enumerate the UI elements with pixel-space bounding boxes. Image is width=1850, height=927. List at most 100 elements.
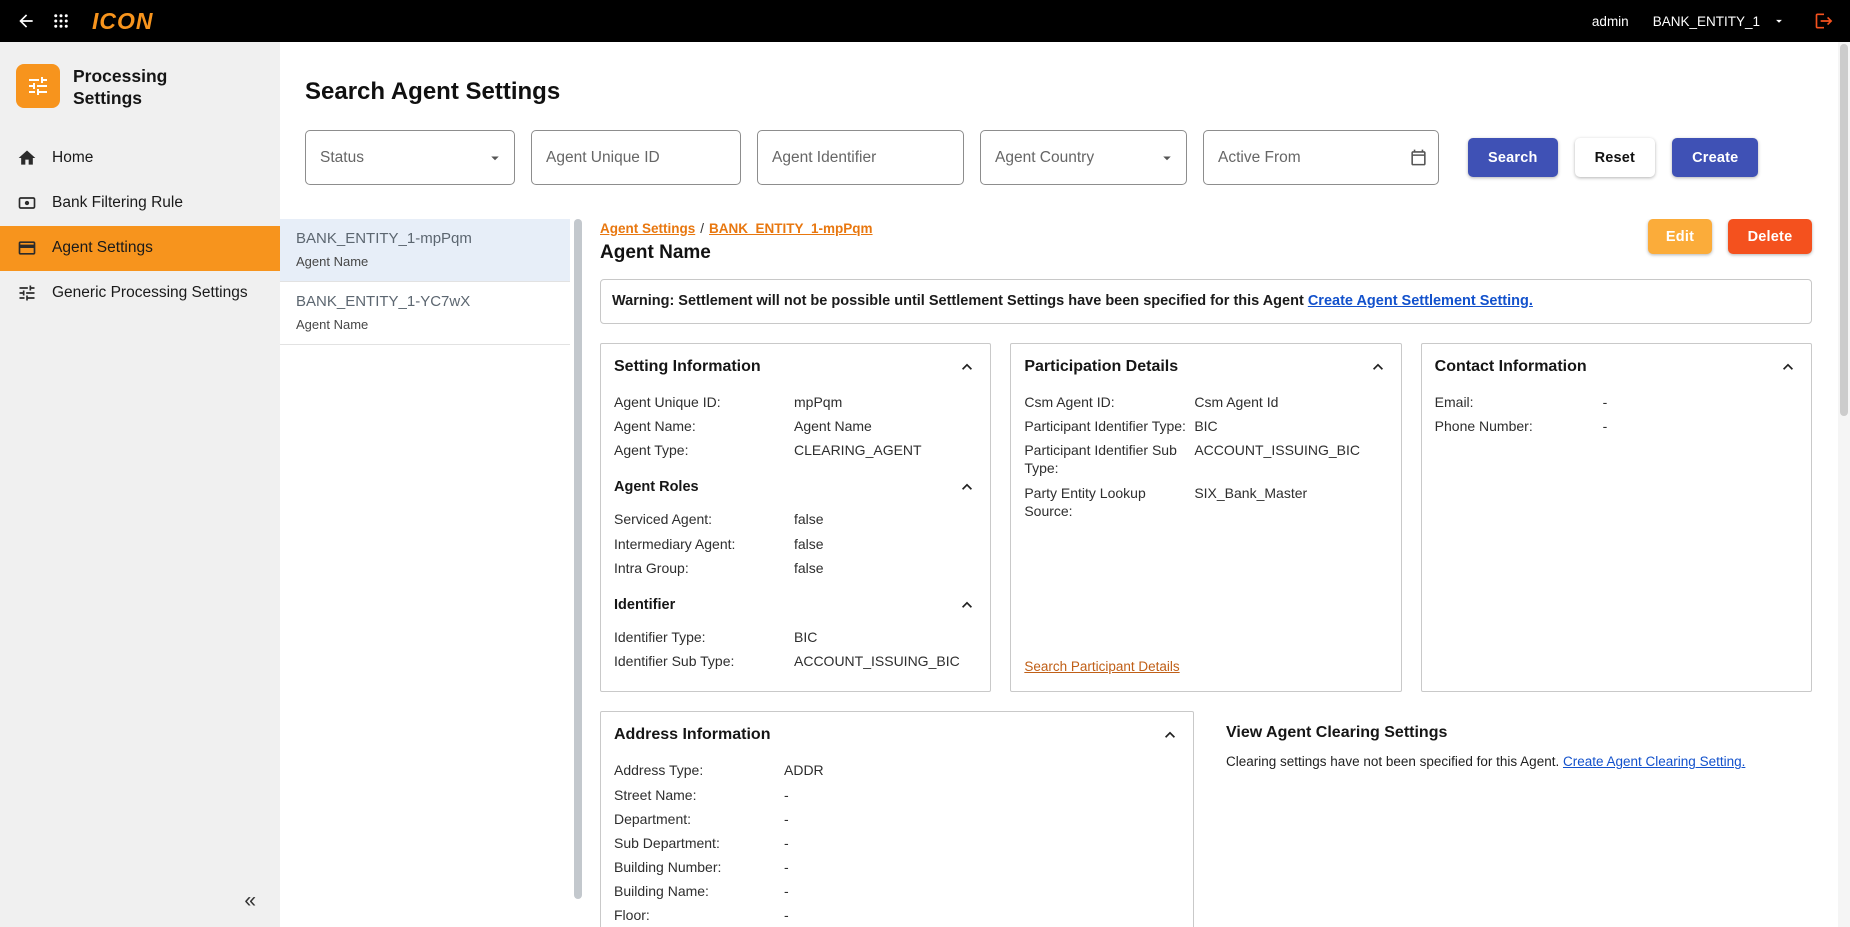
- field-label: Agent Name:: [614, 417, 794, 435]
- breadcrumb-current-link[interactable]: BANK_ENTITY_1-mpPqm: [709, 221, 873, 236]
- field-value: false: [794, 559, 977, 577]
- field-label: Agent Type:: [614, 441, 794, 459]
- field-row: Address Type: ADDR: [614, 761, 1180, 779]
- create-button[interactable]: Create: [1672, 138, 1758, 177]
- search-button[interactable]: Search: [1468, 138, 1558, 177]
- field-row: Street Name: -: [614, 786, 1180, 804]
- field-value: -: [784, 810, 1180, 828]
- field-row: Intra Group: false: [614, 559, 977, 577]
- search-participant-details-link[interactable]: Search Participant Details: [1024, 659, 1179, 674]
- field-row: Identifier Type: BIC: [614, 628, 977, 646]
- agent-unique-id-field[interactable]: [531, 130, 741, 185]
- field-row: Department: -: [614, 810, 1180, 828]
- chevron-up-icon[interactable]: [1160, 725, 1180, 745]
- agent-item-name: Agent Name: [296, 317, 554, 332]
- entity-selector[interactable]: BANK_ENTITY_1: [1653, 14, 1786, 29]
- agent-identifier-input[interactable]: [758, 131, 963, 184]
- field-value: Csm Agent Id: [1194, 393, 1387, 411]
- agent-detail-panel: Agent Settings / BANK_ENTITY_1-mpPqm Agent…: [600, 219, 1850, 927]
- field-row: Csm Agent ID: Csm Agent Id: [1024, 393, 1387, 411]
- sidebar-nav: Home Bank Filtering Rule Agent Settings …: [0, 136, 280, 316]
- reset-button[interactable]: Reset: [1575, 138, 1656, 177]
- settlement-warning-banner: Warning: Settlement will not be possible…: [600, 279, 1812, 324]
- field-label: Sub Department:: [614, 834, 784, 852]
- field-row: Phone Number: -: [1435, 417, 1798, 435]
- chevron-up-icon[interactable]: [1368, 357, 1388, 377]
- field-row: Email: -: [1435, 393, 1798, 411]
- sidebar-item-label: Home: [52, 149, 93, 167]
- sidebar-collapse-button[interactable]: «: [220, 875, 280, 927]
- apps-grid-icon: [52, 12, 70, 30]
- clearing-settings-title: View Agent Clearing Settings: [1226, 724, 1812, 742]
- logout-button[interactable]: [1814, 11, 1834, 31]
- field-row: Building Number: -: [614, 858, 1180, 876]
- create-settlement-setting-link[interactable]: Create Agent Settlement Setting.: [1308, 293, 1533, 309]
- field-value: -: [1603, 393, 1798, 411]
- chevron-up-icon[interactable]: [1778, 357, 1798, 377]
- sidebar-item-home[interactable]: Home: [0, 136, 280, 181]
- field-value: SIX_Bank_Master: [1194, 484, 1387, 502]
- contact-information-card: Contact Information Email: -: [1421, 343, 1812, 693]
- agent-country-select[interactable]: [980, 130, 1187, 185]
- create-clearing-setting-link[interactable]: Create Agent Clearing Setting.: [1563, 754, 1745, 769]
- subsection-title: Identifier: [614, 597, 675, 613]
- field-value: -: [784, 786, 1180, 804]
- active-from-datepicker[interactable]: [1203, 130, 1439, 185]
- sidebar-title: Processing Settings: [73, 64, 193, 110]
- field-value: BIC: [794, 628, 977, 646]
- address-information-card: Address Information Address Type: ADDR: [600, 711, 1194, 927]
- agent-settings-icon: [17, 238, 37, 258]
- active-from-input[interactable]: [1204, 131, 1438, 184]
- agent-identifier-field[interactable]: [757, 130, 964, 185]
- status-select[interactable]: [305, 130, 515, 185]
- agent-unique-id-input[interactable]: [532, 131, 740, 184]
- breadcrumb-agent-settings-link[interactable]: Agent Settings: [600, 221, 695, 236]
- field-label: Csm Agent ID:: [1024, 393, 1194, 411]
- apps-grid-button[interactable]: [52, 12, 70, 30]
- field-value: -: [784, 834, 1180, 852]
- field-row: Agent Type: CLEARING_AGENT: [614, 441, 977, 459]
- status-input[interactable]: [306, 131, 514, 184]
- field-value: -: [784, 882, 1180, 900]
- breadcrumb: Agent Settings / BANK_ENTITY_1-mpPqm: [600, 221, 873, 236]
- chevron-up-icon[interactable]: [957, 477, 977, 497]
- field-value: -: [784, 906, 1180, 924]
- field-label: Building Name:: [614, 882, 784, 900]
- chevron-up-icon[interactable]: [957, 357, 977, 377]
- field-value: ACCOUNT_ISSUING_BIC: [1194, 441, 1387, 459]
- field-value: CLEARING_AGENT: [794, 441, 977, 459]
- processing-settings-badge: [16, 64, 60, 108]
- field-row: Sub Department: -: [614, 834, 1180, 852]
- field-value: -: [1603, 417, 1798, 435]
- sidebar-item-agent-settings[interactable]: Agent Settings: [0, 226, 280, 271]
- card-title: Setting Information: [614, 358, 761, 376]
- chevron-up-icon[interactable]: [957, 595, 977, 615]
- sidebar-item-generic-processing-settings[interactable]: Generic Processing Settings: [0, 271, 280, 316]
- logout-icon: [1814, 11, 1834, 31]
- back-button[interactable]: [16, 11, 36, 31]
- search-form: Search Reset Create: [305, 130, 1850, 185]
- field-label: Building Number:: [614, 858, 784, 876]
- agent-detail-title: Agent Name: [600, 242, 873, 264]
- field-label: Participant Identifier Type:: [1024, 417, 1194, 435]
- sliders-icon: [17, 283, 37, 303]
- agent-list-item[interactable]: BANK_ENTITY_1-mpPqm Agent Name: [280, 219, 570, 282]
- field-value: mpPqm: [794, 393, 977, 411]
- field-value: ACCOUNT_ISSUING_BIC: [794, 652, 977, 670]
- setting-information-card: Setting Information Agent Unique ID: mpP…: [600, 343, 991, 693]
- field-row: Floor: -: [614, 906, 1180, 924]
- agent-list-item[interactable]: BANK_ENTITY_1-YC7wX Agent Name: [280, 282, 570, 345]
- agent-country-input[interactable]: [981, 131, 1186, 184]
- agent-item-id: BANK_ENTITY_1-mpPqm: [296, 230, 554, 247]
- detail-scrollbar-thumb[interactable]: [574, 219, 582, 899]
- main-content: Search Agent Settings: [280, 42, 1850, 927]
- field-row: Participant Identifier Sub Type: ACCOUNT…: [1024, 441, 1387, 477]
- field-label: Intermediary Agent:: [614, 535, 794, 553]
- page-title: Search Agent Settings: [305, 78, 1850, 106]
- sidebar-item-bank-filtering-rule[interactable]: Bank Filtering Rule: [0, 181, 280, 226]
- breadcrumb-separator: /: [700, 221, 704, 236]
- delete-button[interactable]: Delete: [1728, 219, 1812, 254]
- field-row: Serviced Agent: false: [614, 510, 977, 528]
- page-scrollbar-thumb[interactable]: [1840, 44, 1848, 416]
- edit-button[interactable]: Edit: [1648, 219, 1712, 254]
